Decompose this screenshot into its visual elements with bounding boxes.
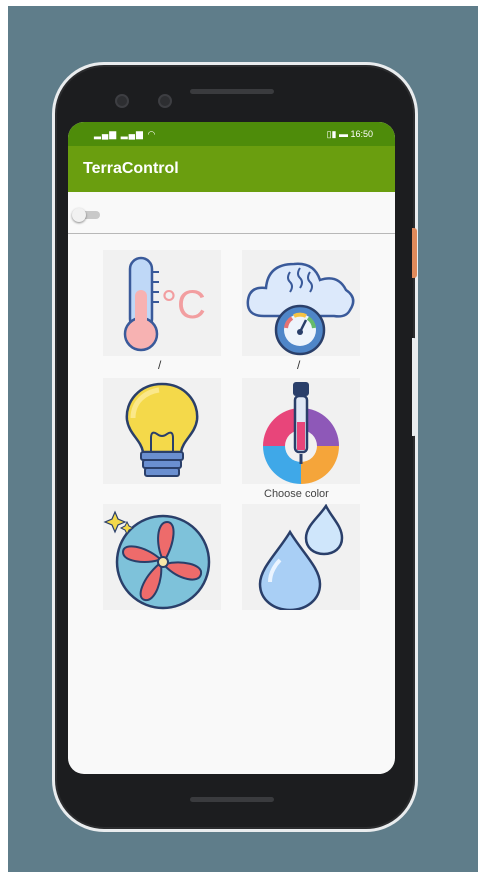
status-bar: ▂▄▆ ▂▄▆ ◠ ▯▮ ▬ 16:50 <box>68 122 395 146</box>
app-title: TerraControl <box>83 160 179 177</box>
humidity-button[interactable] <box>242 504 360 610</box>
app-screen: ▂▄▆ ▂▄▆ ◠ ▯▮ ▬ 16:50 TerraControl °C / /… <box>68 122 395 774</box>
color-button[interactable] <box>242 378 360 484</box>
thermometer-icon: °C <box>123 256 206 352</box>
signal-icons: ▂▄▆ ▂▄▆ ◠ <box>94 129 157 139</box>
power-toggle[interactable] <box>72 208 102 222</box>
temperature-button[interactable]: °C <box>103 250 221 356</box>
divider <box>68 233 395 234</box>
weather-gauge-icon <box>246 262 355 356</box>
app-bar: TerraControl <box>68 146 395 192</box>
choose-color-label: Choose color <box>264 488 329 500</box>
front-sensor <box>158 94 172 108</box>
fan-button[interactable] <box>103 504 221 610</box>
bottom-speaker <box>190 797 274 802</box>
light-button[interactable] <box>103 378 221 484</box>
toggle-thumb <box>72 208 86 222</box>
pressure-value: / <box>297 358 301 372</box>
volume-button <box>412 228 417 278</box>
svg-text:°C: °C <box>161 283 206 327</box>
temperature-value: / <box>158 358 162 372</box>
power-button <box>412 338 417 436</box>
color-picker-icon <box>263 382 339 484</box>
fan-icon <box>103 510 211 610</box>
earpiece-speaker <box>190 89 274 94</box>
water-drop-icon <box>258 504 344 610</box>
status-right: ▯▮ ▬ 16:50 <box>326 129 373 139</box>
pressure-button[interactable] <box>242 250 360 356</box>
light-bulb-icon <box>125 382 199 477</box>
front-camera <box>115 94 129 108</box>
